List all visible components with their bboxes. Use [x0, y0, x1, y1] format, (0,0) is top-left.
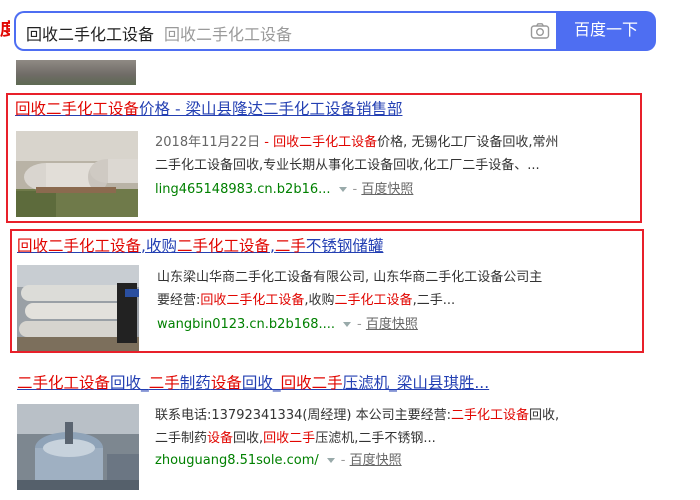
result-1-title-link[interactable]: 回收二手化工设备价格 - 梁山县隆达二手化工设备销售部 [15, 98, 402, 120]
camera-icon[interactable] [530, 22, 550, 40]
previous-result-thumbnail[interactable] [16, 60, 136, 85]
result-3-thumbnail[interactable] [17, 404, 139, 490]
result-2-url[interactable]: wangbin0123.cn.b2b168.... [157, 317, 335, 332]
search-button[interactable]: 百度一下 [556, 11, 656, 51]
dropdown-arrow-icon[interactable] [343, 321, 352, 327]
result-2-thumbnail[interactable] [17, 265, 139, 351]
result-2-source-line: wangbin0123.cn.b2b168.... - 百度快照 [157, 317, 418, 332]
result-1-source-line: ling465148983.cn.b2b16... - 百度快照 [155, 182, 414, 197]
dropdown-arrow-icon[interactable] [326, 457, 335, 463]
result-3-snippet-line-2: 二手制药设备回收,回收二手压滤机,二手不锈钢... [155, 431, 436, 446]
result-3-title-link[interactable]: 二手化工设备回收_二手制药设备回收_回收二手压滤机_梁山县琪胜... [17, 372, 489, 394]
result-2-title-link[interactable]: 回收二手化工设备,收购二手化工设备,二手不锈钢储罐 [17, 235, 383, 257]
result-1-snippet-line-1: 2018年11月22日 - 回收二手化工设备价格, 无锡化工厂设备回收,常州 [155, 135, 559, 150]
result-1-thumbnail[interactable] [16, 131, 138, 217]
result-1-url[interactable]: ling465148983.cn.b2b16... [155, 182, 331, 197]
result-3-url[interactable]: zhouguang8.51sole.com/ [155, 453, 319, 468]
dropdown-arrow-icon[interactable] [338, 186, 347, 192]
result-2-snapshot-link[interactable]: 百度快照 [366, 317, 418, 332]
result-3-snapshot-link[interactable]: 百度快照 [350, 453, 402, 468]
result-3-source-line: zhouguang8.51sole.com/- 百度快照 [155, 453, 402, 468]
result-2-snippet-line-2: 要经营:回收二手化工设备,收购二手化工设备,二手... [157, 293, 456, 308]
baidu-logo-fragment: 度 [0, 20, 10, 40]
result-2-snippet-line-1: 山东梁山华商二手化工设备有限公司, 山东华商二手化工设备公司主 [157, 270, 543, 285]
search-suggestion-ghost: 回收二手化工设备 [164, 25, 293, 44]
result-1-snippet-line-2: 二手化工设备回收,专业长期从事化工设备回收,化工厂二手设备、... [155, 158, 540, 173]
result-3-snippet-line-1: 联系电话:13792341334(周经理) 本公司主要经营:二手化工设备回收, [155, 408, 560, 423]
result-1-snapshot-link[interactable]: 百度快照 [361, 182, 413, 197]
search-query-text[interactable]: 回收二手化工设备 [26, 21, 154, 45]
search-input[interactable]: 回收二手化工设备 回收二手化工设备 [14, 11, 556, 51]
